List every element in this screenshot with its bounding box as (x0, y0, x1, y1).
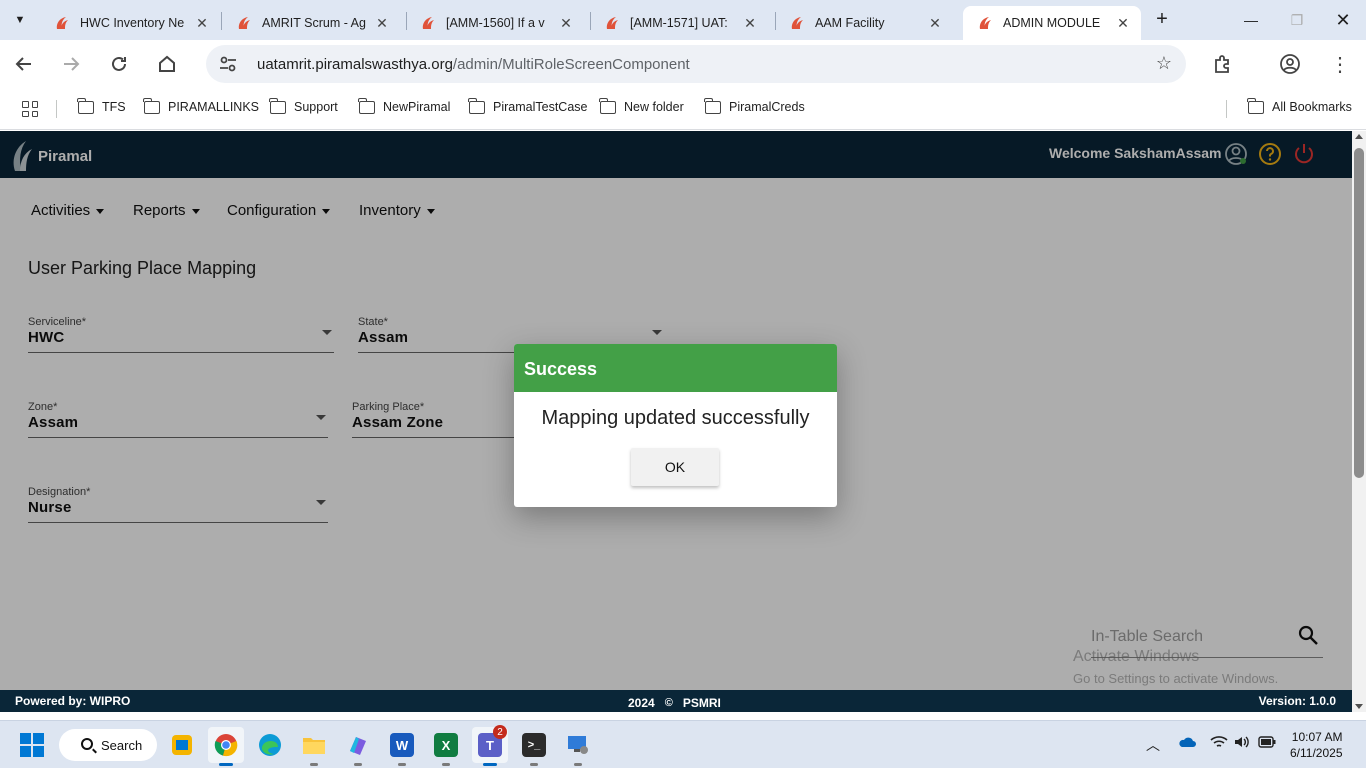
reload-icon[interactable] (105, 50, 133, 78)
scrollbar-thumb[interactable] (1354, 148, 1364, 478)
taskbar-search[interactable]: Search (59, 729, 157, 761)
new-tab-icon[interactable]: + (1150, 8, 1174, 32)
piramal-favicon-icon (238, 17, 250, 29)
bookmark-folder[interactable]: PiramalTestCase (468, 97, 587, 114)
chrome-icon[interactable] (208, 727, 244, 766)
bookmark-folder[interactable]: PiramalCreds (704, 97, 805, 114)
browser-tab[interactable]: AMRIT Scrum - Ag ✕ (222, 6, 400, 40)
close-tab-icon[interactable]: ✕ (194, 15, 210, 32)
site-settings-icon[interactable] (218, 54, 238, 74)
ok-button[interactable]: OK (631, 448, 719, 486)
folder-icon (704, 97, 721, 114)
app-footer: Powered by: WIPRO 2024 © PSMRI Version: … (0, 690, 1352, 712)
bookmark-folder[interactable]: PIRAMALLINKS (143, 97, 259, 114)
folder-icon (599, 97, 616, 114)
bookmark-folder[interactable]: TFS (77, 97, 126, 114)
bookmark-folder[interactable]: NewPiramal (358, 97, 450, 114)
tab-title: AMRIT Scrum - Ag (262, 16, 366, 30)
terminal-icon[interactable]: >_ (516, 727, 552, 766)
home-icon[interactable] (153, 50, 181, 78)
tab-title: HWC Inventory Ne (80, 16, 185, 30)
extensions-icon[interactable] (1208, 50, 1236, 78)
dialog-title: Success (514, 344, 837, 392)
show-hidden-icons-chevron-icon[interactable]: ︿ (1146, 735, 1160, 755)
folder-icon (358, 97, 375, 114)
forward-icon[interactable] (57, 50, 85, 78)
browser-tab[interactable]: [AMM-1560] If a v ✕ (406, 6, 584, 40)
profile-icon[interactable] (1276, 50, 1304, 78)
microsoft-store-icon[interactable] (164, 727, 200, 763)
notification-badge: 2 (493, 725, 507, 739)
dialog-message: Mapping updated successfully (541, 407, 810, 429)
back-icon[interactable] (10, 50, 38, 78)
volume-icon[interactable] (1234, 735, 1250, 752)
tab-search-dropdown-icon[interactable]: ▼ (8, 8, 32, 32)
bookmark-folder[interactable]: New folder (599, 97, 684, 114)
piramal-favicon-icon (979, 17, 991, 29)
page-scrollbar[interactable] (1352, 131, 1366, 712)
browser-tab-active[interactable]: ADMIN MODULE ✕ (963, 6, 1141, 40)
browser-toolbar: uatamrit.piramalswasthya.org/admin/Multi… (0, 40, 1366, 88)
address-bar[interactable]: uatamrit.piramalswasthya.org/admin/Multi… (206, 45, 1186, 83)
tab-title: AAM Facility (815, 16, 885, 30)
scroll-up-icon[interactable] (1355, 134, 1363, 139)
success-dialog: Success Mapping updated successfully OK (514, 344, 837, 507)
browser-tab[interactable]: [AMM-1571] UAT: ✕ (590, 6, 768, 40)
piramal-favicon-icon (56, 17, 68, 29)
piramal-favicon-icon (791, 17, 803, 29)
folder-icon (143, 97, 160, 114)
system-clock[interactable]: 10:07 AM 6/11/2025 (1290, 729, 1343, 761)
close-tab-icon[interactable]: ✕ (927, 15, 943, 32)
bookmark-star-icon[interactable]: ☆ (1156, 53, 1172, 74)
tab-title: ADMIN MODULE (1003, 16, 1101, 30)
close-tab-icon[interactable]: ✕ (558, 15, 574, 32)
folder-icon (269, 97, 286, 114)
remote-desktop-icon[interactable] (560, 727, 596, 766)
browser-tab[interactable]: AAM Facility ✕ (775, 6, 953, 40)
edge-icon[interactable] (252, 727, 288, 763)
battery-icon[interactable] (1258, 735, 1276, 751)
piramal-favicon-icon (606, 17, 618, 29)
version-text: Version: 1.0.0 (1258, 694, 1336, 708)
m365-icon[interactable] (340, 727, 376, 766)
powered-by-text: Powered by: WIPRO (15, 694, 131, 708)
close-tab-icon[interactable]: ✕ (1115, 15, 1131, 32)
restore-icon[interactable]: ❐ (1274, 0, 1320, 40)
scroll-down-icon[interactable] (1355, 704, 1363, 709)
windows-taskbar: Search W X T 2 >_ ︿ 10:07 AM 6/11/2025 (0, 720, 1366, 768)
tab-title: [AMM-1560] If a v (446, 16, 545, 30)
close-window-icon[interactable]: ✕ (1320, 0, 1366, 40)
folder-icon (468, 97, 485, 114)
all-bookmarks[interactable]: All Bookmarks (1247, 97, 1352, 114)
clock-time: 10:07 AM (1291, 730, 1343, 744)
copyright-text: 2024 © PSMRI (628, 696, 721, 710)
windows-start-icon[interactable] (20, 733, 44, 757)
bookmark-folder[interactable]: Support (269, 97, 338, 114)
file-explorer-icon[interactable] (296, 727, 332, 766)
more-menu-icon[interactable]: ⋮ (1326, 50, 1354, 78)
word-icon[interactable]: W (384, 727, 420, 766)
folder-icon (1247, 97, 1264, 114)
minimize-icon[interactable]: — (1228, 0, 1274, 40)
browser-tab[interactable]: HWC Inventory Ne ✕ (40, 6, 220, 40)
folder-icon (77, 97, 94, 114)
browser-tab-strip: ▼ HWC Inventory Ne ✕ AMRIT Scrum - Ag ✕ … (0, 0, 1366, 40)
copyright-icon: © (664, 697, 673, 709)
clock-date: 6/11/2025 (1290, 746, 1343, 760)
piramal-favicon-icon (422, 17, 434, 29)
teams-icon[interactable]: T 2 (472, 725, 508, 766)
apps-grid-icon[interactable] (22, 101, 38, 117)
excel-icon[interactable]: X (428, 727, 464, 766)
search-icon (81, 738, 93, 750)
tab-title: [AMM-1571] UAT: (630, 16, 728, 30)
onedrive-icon[interactable] (1178, 735, 1196, 751)
close-tab-icon[interactable]: ✕ (374, 15, 390, 32)
wifi-icon[interactable] (1210, 735, 1228, 752)
close-tab-icon[interactable]: ✕ (742, 15, 758, 32)
url-text: uatamrit.piramalswasthya.org/admin/Multi… (257, 56, 690, 73)
bookmarks-bar: TFS PIRAMALLINKS Support NewPiramal Pira… (0, 88, 1366, 130)
